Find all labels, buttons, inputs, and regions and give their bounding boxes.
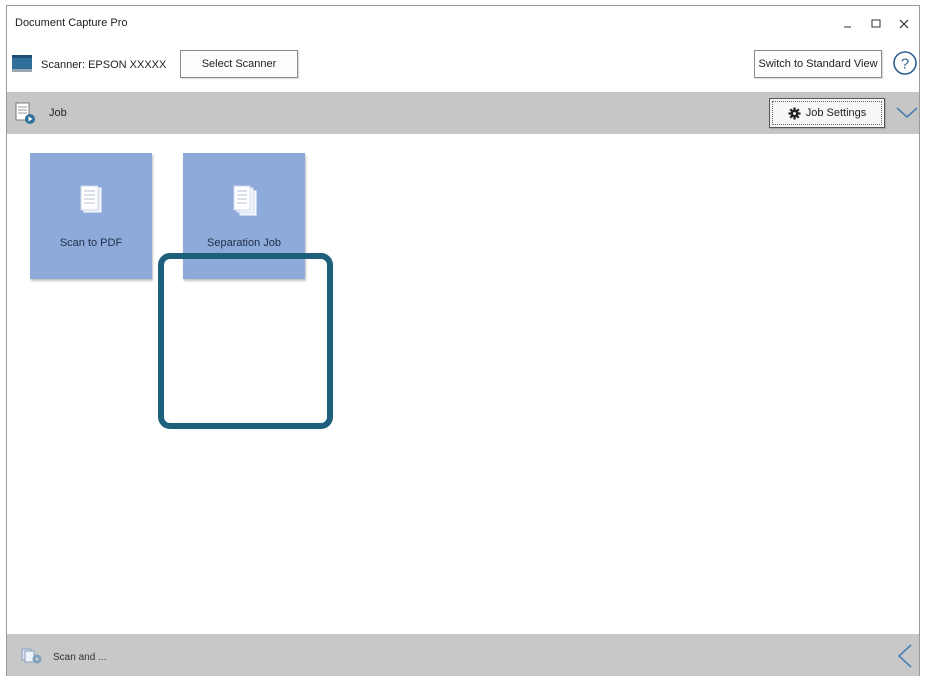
close-icon <box>899 19 909 29</box>
document-icon <box>80 185 102 213</box>
job-tile-scan-to-pdf[interactable]: Scan to PDF <box>30 153 152 279</box>
window-title: Document Capture Pro <box>15 17 128 29</box>
chevron-down-icon[interactable] <box>895 102 919 124</box>
scanner-name: Scanner: EPSON XXXXX <box>41 59 167 71</box>
svg-text:?: ? <box>901 56 909 73</box>
chevron-left-icon[interactable] <box>895 643 915 669</box>
job-bar: Job Job Settings <box>7 92 919 134</box>
job-tile-label: Scan to PDF <box>59 237 123 249</box>
app-window: Document Capture Pro Scanner: EPSON XXXX… <box>6 5 920 676</box>
job-icon <box>15 102 35 124</box>
minimize-button[interactable] <box>835 13 861 35</box>
scan-and-icon <box>21 648 42 664</box>
help-icon[interactable]: ? <box>892 50 918 76</box>
gear-icon <box>788 106 801 120</box>
title-bar: Document Capture Pro <box>7 6 919 42</box>
selection-highlight <box>158 253 333 429</box>
scan-and-label: Scan and ... <box>53 652 107 663</box>
select-scanner-button[interactable]: Select Scanner <box>180 50 298 78</box>
scanner-row: Scanner: EPSON XXXXX Select Scanner Swit… <box>7 48 919 82</box>
maximize-button[interactable] <box>863 13 889 35</box>
minimize-icon <box>844 26 851 28</box>
job-settings-button[interactable]: Job Settings <box>769 98 885 128</box>
close-button[interactable] <box>891 13 917 35</box>
switch-to-standard-view-button[interactable]: Switch to Standard View <box>754 50 882 78</box>
job-settings-label: Job Settings <box>805 107 867 119</box>
maximize-icon <box>871 19 881 28</box>
scan-and-bar[interactable]: Scan and ... <box>7 634 919 676</box>
documents-icon <box>233 185 257 216</box>
scanner-icon <box>12 55 32 72</box>
job-bar-label: Job <box>49 107 67 119</box>
job-tile-label: Separation Job <box>207 237 281 249</box>
